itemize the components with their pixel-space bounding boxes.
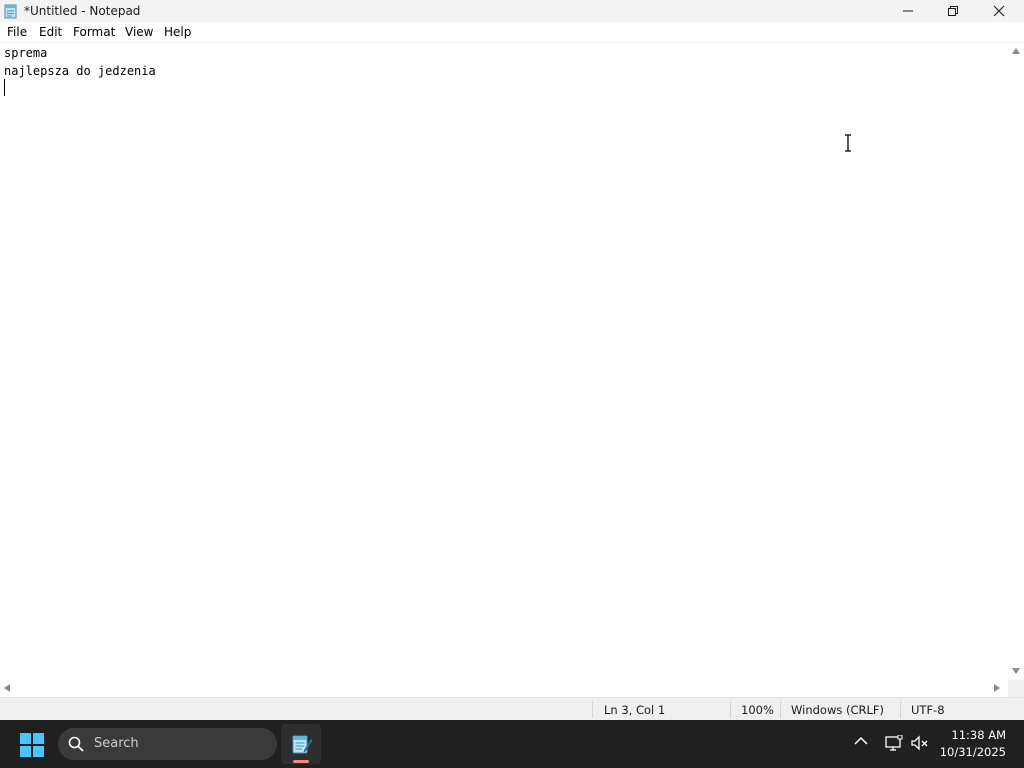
text-editor[interactable]: sprema najlepsza do jedzenia [0, 43, 1008, 680]
search-label: Search [94, 736, 139, 751]
status-divider [730, 701, 731, 718]
taskbar-search-box[interactable]: Search [58, 728, 277, 760]
ibeam-cursor-icon [845, 134, 851, 152]
status-zoom: 100% [741, 703, 774, 717]
status-divider [900, 701, 901, 718]
taskbar: Search 11:38 AM 10/31/2025 [0, 720, 1024, 768]
menu-view[interactable]: View [125, 25, 153, 39]
scrollbar-corner [1008, 680, 1024, 697]
close-button[interactable] [976, 0, 1022, 22]
status-encoding: UTF-8 [911, 703, 945, 717]
close-icon [993, 5, 1005, 17]
editor-line-1[interactable]: sprema [4, 44, 47, 62]
menu-format[interactable]: Format [73, 25, 115, 39]
scroll-left-icon[interactable] [4, 684, 10, 692]
restore-icon [948, 6, 958, 16]
vertical-scrollbar[interactable] [1008, 43, 1024, 680]
clock-time[interactable]: 11:38 AM [940, 728, 1006, 742]
clock-date[interactable]: 10/31/2025 [930, 745, 1006, 759]
status-cursor-position: Ln 3, Col 1 [604, 703, 666, 717]
status-bar: Ln 3, Col 1 100% Windows (CRLF) UTF-8 [0, 697, 1024, 721]
menu-bar: File Edit Format View Help [0, 22, 1024, 43]
horizontal-scrollbar[interactable] [0, 680, 1008, 697]
menu-file[interactable]: File [7, 25, 27, 39]
windows-start-icon[interactable] [20, 733, 44, 757]
volume-muted-icon[interactable] [911, 735, 929, 751]
text-caret [4, 79, 5, 96]
menu-help[interactable]: Help [164, 25, 191, 39]
window-title: *Untitled - Notepad [24, 4, 141, 18]
editor-line-2[interactable]: najlepsza do jedzenia [4, 62, 156, 80]
status-divider [780, 701, 781, 718]
scroll-down-icon[interactable] [1012, 668, 1020, 674]
active-app-indicator [293, 760, 309, 763]
search-icon [68, 736, 84, 752]
chevron-up-icon[interactable] [854, 736, 868, 746]
menu-edit[interactable]: Edit [39, 25, 62, 39]
scroll-up-icon[interactable] [1012, 48, 1020, 54]
status-divider [592, 701, 593, 718]
minimize-icon [903, 10, 913, 12]
status-line-ending: Windows (CRLF) [791, 703, 885, 717]
restore-button[interactable] [930, 0, 976, 22]
taskbar-notepad-button[interactable] [281, 724, 321, 764]
notepad-icon [3, 3, 19, 19]
minimize-button[interactable] [885, 0, 931, 22]
network-icon[interactable] [885, 735, 903, 751]
title-bar[interactable]: *Untitled - Notepad [0, 0, 1024, 22]
scroll-right-icon[interactable] [994, 684, 1000, 692]
notepad-icon [292, 735, 312, 754]
